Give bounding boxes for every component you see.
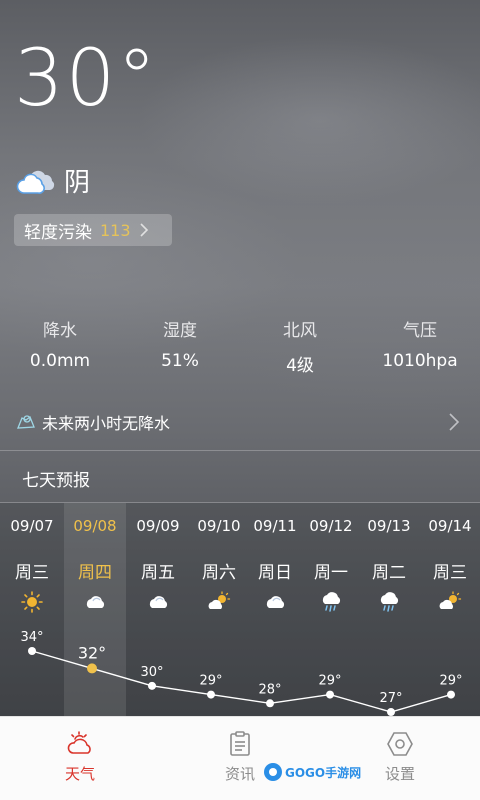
condition-text: 阴 [64, 168, 91, 198]
site-watermark: GOGO手游网 [264, 760, 361, 784]
tab-weather[interactable]: 天气 [30, 731, 130, 784]
stat-label: 降水 [43, 321, 77, 341]
temperature-point [326, 690, 334, 699]
current-condition: 阴 [16, 162, 90, 199]
stat-value: 51% [161, 351, 199, 371]
chevron-right-icon [449, 413, 460, 431]
temperature-point [207, 690, 215, 699]
temperature-point [447, 690, 455, 699]
temperature-point [87, 663, 97, 674]
temperature-point [387, 708, 395, 716]
air-quality-button[interactable]: 轻度污染 113 [14, 214, 172, 246]
watermark-logo-icon [264, 763, 282, 781]
map-pin-icon [17, 415, 35, 429]
tab-settings[interactable]: 设置 [350, 731, 450, 784]
temperature-label: 34° [20, 630, 43, 645]
bottom-tab-bar: 天气 资讯 设置 [0, 716, 480, 800]
stat-pressure: 气压 1010hpa [360, 316, 480, 371]
current-temperature: 30° [14, 34, 159, 124]
aqi-label: 轻度污染 [24, 222, 92, 243]
chevron-right-icon [139, 223, 148, 237]
rain-notice: 未来两小时无降水 [42, 414, 171, 433]
temperature-label: 30° [140, 665, 163, 680]
stat-label: 北风 [283, 321, 317, 341]
temperature-point [148, 681, 156, 690]
stat-value: 4级 [286, 356, 314, 376]
temperature-line-chart: 34° 32° 30° 29° 28° 29° 27° 29° [20, 630, 463, 716]
weather-stats: 降水 0.0mm 湿度 51% 北风 4级 气压 1010hpa [0, 316, 480, 376]
stat-precipitation: 降水 0.0mm [0, 316, 120, 371]
tab-label: 天气 [64, 765, 95, 783]
temperature-label: 29° [199, 674, 222, 689]
stat-humidity: 湿度 51% [120, 316, 240, 371]
temperature-point [28, 647, 36, 655]
weather-icon [67, 731, 91, 754]
temperature-label: 29° [318, 674, 341, 689]
stat-value: 0.0mm [29, 351, 91, 371]
rain-forecast-row[interactable]: 未来两小时无降水 [16, 408, 464, 436]
aqi-value: 113 [100, 220, 131, 240]
cloudy-icon [16, 170, 55, 194]
stat-label: 湿度 [163, 321, 197, 341]
stat-value: 1010hpa [382, 351, 458, 371]
temperature-label: 28° [258, 682, 281, 697]
temperature-label: 29° [439, 674, 462, 689]
temperature-point [266, 699, 274, 708]
settings-icon [387, 732, 413, 756]
forecast-title: 七天预报 [22, 471, 90, 491]
divider [0, 450, 480, 451]
watermark-text: GOGO手游网 [285, 765, 362, 780]
stat-label: 气压 [403, 321, 437, 341]
news-icon [230, 731, 250, 756]
stat-wind: 北风 4级 [240, 316, 360, 376]
tab-label: 设置 [384, 765, 415, 783]
temperature-label: 32° [78, 643, 106, 662]
temperature-label: 27° [379, 691, 402, 706]
